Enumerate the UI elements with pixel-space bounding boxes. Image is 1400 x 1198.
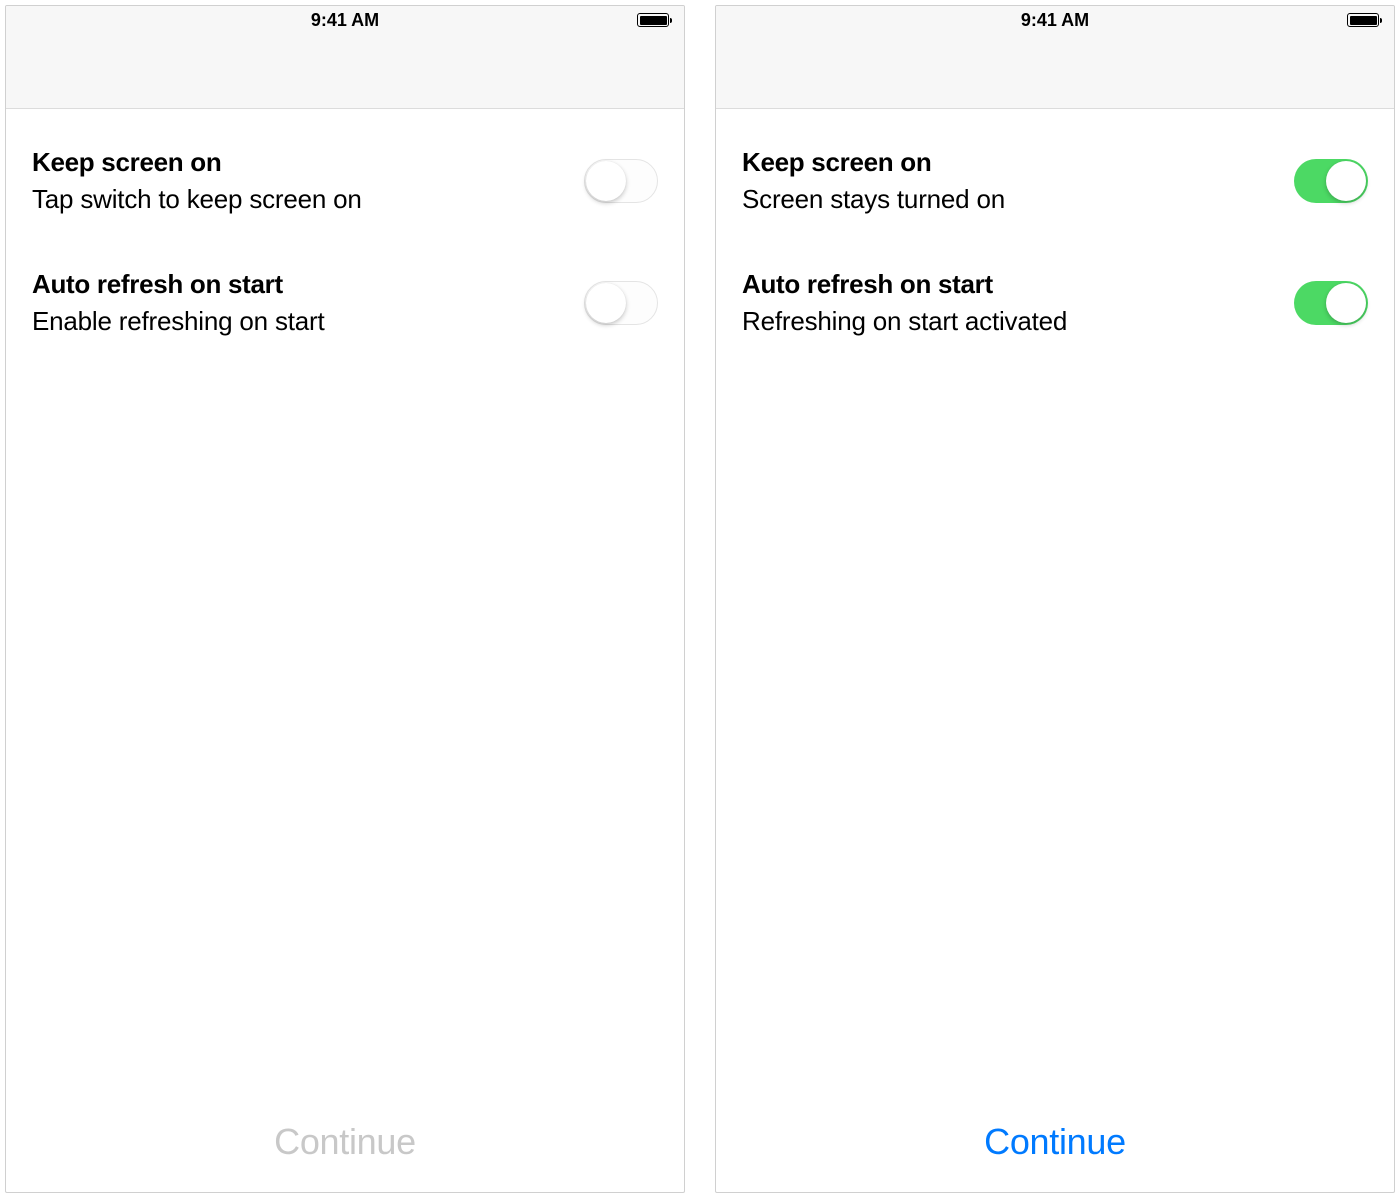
footer: Continue	[6, 1092, 684, 1192]
phone-screen-right: 9:41 AM Keep screen on Screen stays turn…	[715, 5, 1395, 1193]
toggle-auto-refresh[interactable]	[1294, 281, 1368, 325]
setting-keep-screen-on: Keep screen on Screen stays turned on	[742, 147, 1368, 215]
setting-title: Keep screen on	[742, 147, 1294, 178]
footer: Continue	[716, 1092, 1394, 1192]
status-bar: 9:41 AM	[716, 6, 1394, 34]
toggle-knob	[1326, 283, 1366, 323]
toggle-auto-refresh[interactable]	[584, 281, 658, 325]
setting-text: Auto refresh on start Enable refreshing …	[32, 269, 584, 337]
setting-title: Auto refresh on start	[742, 269, 1294, 300]
status-time: 9:41 AM	[1021, 10, 1089, 31]
phone-screen-left: 9:41 AM Keep screen on Tap switch to kee…	[5, 5, 685, 1193]
setting-title: Keep screen on	[32, 147, 584, 178]
setting-text: Keep screen on Tap switch to keep screen…	[32, 147, 584, 215]
nav-bar	[6, 34, 684, 109]
status-bar: 9:41 AM	[6, 6, 684, 34]
setting-subtitle: Enable refreshing on start	[32, 306, 584, 337]
setting-text: Keep screen on Screen stays turned on	[742, 147, 1294, 215]
continue-button[interactable]: Continue	[984, 1121, 1126, 1163]
content-area: Keep screen on Tap switch to keep screen…	[6, 109, 684, 1092]
toggle-knob	[586, 283, 626, 323]
battery-icon	[1347, 13, 1382, 27]
setting-auto-refresh: Auto refresh on start Refreshing on star…	[742, 269, 1368, 337]
toggle-knob	[586, 161, 626, 201]
setting-subtitle: Refreshing on start activated	[742, 306, 1294, 337]
setting-keep-screen-on: Keep screen on Tap switch to keep screen…	[32, 147, 658, 215]
continue-button[interactable]: Continue	[274, 1121, 416, 1163]
toggle-keep-screen-on[interactable]	[584, 159, 658, 203]
setting-auto-refresh: Auto refresh on start Enable refreshing …	[32, 269, 658, 337]
nav-bar	[716, 34, 1394, 109]
setting-text: Auto refresh on start Refreshing on star…	[742, 269, 1294, 337]
setting-subtitle: Tap switch to keep screen on	[32, 184, 584, 215]
setting-subtitle: Screen stays turned on	[742, 184, 1294, 215]
status-time: 9:41 AM	[311, 10, 379, 31]
content-area: Keep screen on Screen stays turned on Au…	[716, 109, 1394, 1092]
toggle-knob	[1326, 161, 1366, 201]
battery-icon	[637, 13, 672, 27]
setting-title: Auto refresh on start	[32, 269, 584, 300]
toggle-keep-screen-on[interactable]	[1294, 159, 1368, 203]
